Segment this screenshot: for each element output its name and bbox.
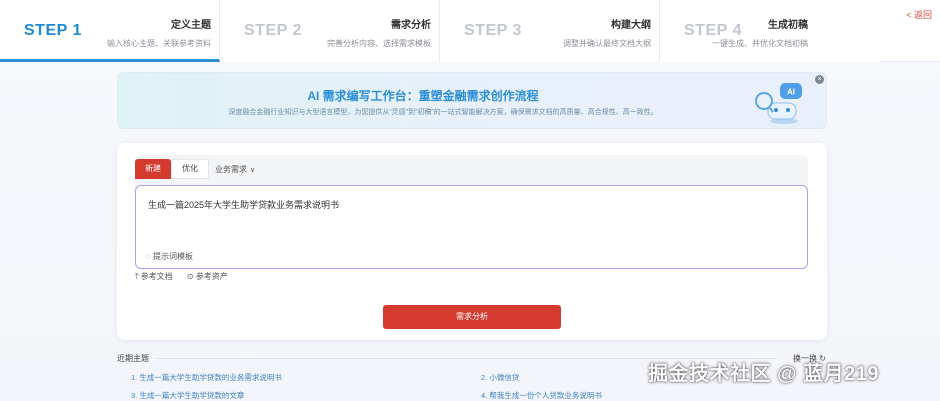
- step-title: 生成初稿: [768, 20, 808, 31]
- requirement-type-value: 业务需求: [215, 164, 247, 174]
- reference-row: ⤒ 参考文档 ⊙ 参考资产: [135, 271, 228, 282]
- recent-topic-item[interactable]: 4. 帮我生成一份个人贷款业务说明书: [481, 390, 602, 401]
- prompt-template-label: 提示词模板: [153, 252, 193, 261]
- step-description: 调整并确认最终文档大纲: [563, 39, 651, 48]
- comment-icon: ◌: [146, 252, 151, 261]
- step-3[interactable]: STEP 3 构建大纲 调整并确认最终文档大纲: [440, 0, 660, 62]
- topic-card: 新建 优化 业务需求 ∨ 生成一篇2025年大学生助学贷款业务需求说明书 ◌ 提示…: [117, 143, 827, 340]
- topic-input-text: 生成一篇2025年大学生助学贷款业务需求说明书: [148, 200, 340, 210]
- step-description: 一键生成、并优化文档初稿: [712, 39, 808, 48]
- chevron-down-icon: ∨: [250, 166, 256, 174]
- intro-banner: AI 需求编写工作台：重塑金融需求创作流程 深度融合金融行业知识与大型语言模型，…: [117, 72, 827, 129]
- close-icon[interactable]: ×: [815, 75, 824, 84]
- tab-optimize[interactable]: 优化: [171, 159, 209, 179]
- reference-doc-label: 参考文档: [140, 272, 173, 281]
- recent-topic-item[interactable]: 3. 生成一篇大学生助学贷款的文章: [131, 390, 244, 401]
- watermark: 掘金技术社区 @ 蓝月219: [648, 363, 879, 385]
- tab-new[interactable]: 新建: [135, 159, 171, 179]
- recent-topic-item[interactable]: 2. 小微信贷: [481, 372, 519, 383]
- step-4[interactable]: STEP 4 生成初稿 一键生成、并优化文档初稿: [660, 0, 880, 62]
- reference-doc-button[interactable]: ⤒ 参考文档: [135, 271, 173, 282]
- upload-icon: ⤒: [135, 272, 139, 281]
- topic-input[interactable]: 生成一篇2025年大学生助学贷款业务需求说明书 ◌ 提示词模板: [135, 185, 808, 269]
- requirement-type-select[interactable]: 业务需求 ∨: [215, 164, 255, 175]
- asset-icon: ⊙: [186, 272, 194, 281]
- mode-tabs: 新建 优化 业务需求 ∨: [135, 159, 255, 179]
- step-2[interactable]: STEP 2 需求分析 完善分析内容、选择需求模板: [220, 0, 440, 62]
- step-title: 构建大纲: [611, 20, 651, 31]
- banner-subtitle: 深度融合金融行业知识与大型语言模型，为您提供从“灵感”到“初稿”的一站式智能解决…: [228, 109, 658, 116]
- reference-asset-button[interactable]: ⊙ 参考资产: [187, 271, 228, 282]
- steps-header: STEP 1 定义主题 输入核心主题、关联参考资料 STEP 2 需求分析 完善…: [0, 0, 940, 62]
- step-number: STEP 3: [464, 22, 522, 39]
- recent-topic-item[interactable]: 1. 生成一篇大学生助学贷款的业务需求说明书: [131, 372, 282, 383]
- editor-panel: 新建 优化 业务需求 ∨ 生成一篇2025年大学生助学贷款业务需求说明书 ◌ 提示…: [135, 155, 808, 269]
- step-number: STEP 1: [24, 22, 82, 39]
- step-description: 输入核心主题、关联参考资料: [107, 39, 211, 48]
- step-title: 需求分析: [391, 20, 431, 31]
- recent-topics-label: 近期主题: [117, 354, 149, 363]
- banner-title: AI 需求编写工作台：重塑金融需求创作流程: [307, 89, 539, 103]
- robot-icon: AI: [755, 83, 802, 124]
- step-number: STEP 2: [244, 22, 302, 39]
- step-1[interactable]: STEP 1 定义主题 输入核心主题、关联参考资料: [0, 0, 220, 62]
- robot-label: AI: [787, 88, 795, 97]
- reference-asset-label: 参考资产: [195, 272, 228, 281]
- analyze-button[interactable]: 需求分析: [383, 305, 561, 329]
- step-description: 完善分析内容、选择需求模板: [327, 39, 431, 48]
- back-link[interactable]: < 返回: [906, 8, 932, 21]
- prompt-template-button[interactable]: ◌ 提示词模板: [146, 251, 193, 262]
- step-title: 定义主题: [171, 20, 211, 31]
